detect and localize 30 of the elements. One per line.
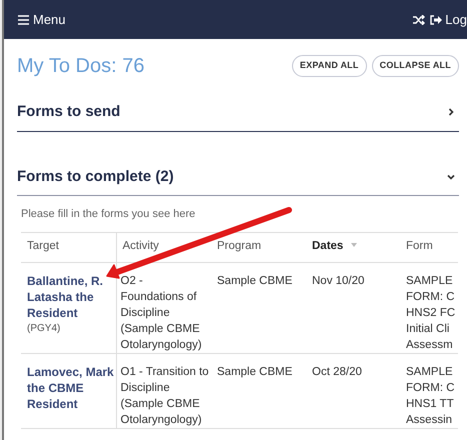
table-cell: SAMPLE FORM: C HNS2 FC Initial Cli Assessm — [400, 262, 458, 353]
menu-icon — [18, 14, 29, 24]
toggle-all-button[interactable]: EXPAND ALL — [292, 55, 367, 77]
column-header[interactable]: Program — [217, 240, 262, 252]
section-header[interactable]: Forms to complete (2) — [17, 166, 459, 196]
shuffle-icon[interactable] — [413, 14, 426, 24]
menu-button[interactable]: Menu — [18, 10, 66, 30]
table-cell: O2 - Foundations of Discipline (Sample CBME Otolaryngology) — [116, 262, 211, 353]
table-cell: Sample CBME — [211, 262, 306, 353]
logout-button[interactable]: Log — [430, 10, 467, 30]
logout-icon — [430, 14, 442, 24]
table-cell: Oct 28/20 — [306, 353, 400, 428]
column-header[interactable]: Dates — [312, 240, 344, 252]
toggle-all-button[interactable]: COLLAPSE ALL — [372, 55, 459, 77]
chevron-down-icon — [447, 172, 455, 181]
instruction-text: Please fill in the forms you see here — [21, 207, 196, 222]
table-cell: O1 - Transition to Discipline (Sample CBME Otolaryngology) — [116, 353, 211, 428]
column-header[interactable]: Activity — [122, 240, 159, 252]
page-title: My To Dos: 76 — [17, 54, 144, 79]
column-header[interactable]: Target — [27, 240, 59, 252]
column-header[interactable]: Form — [406, 240, 433, 252]
level-label: (PGY4) — [27, 322, 62, 336]
table-cell: Nov 10/20 — [306, 262, 400, 353]
target-link[interactable]: Lamovec, Mark the CBME Resident — [27, 364, 116, 412]
table-cell: Sample CBME — [211, 353, 306, 428]
sort-icon — [351, 242, 358, 247]
target-link[interactable]: Ballantine, R. Latasha the Resident — [27, 272, 116, 320]
section-header[interactable]: Forms to send — [17, 101, 459, 132]
chevron-right-icon — [447, 108, 455, 116]
table-cell: SAMPLE FORM: C HNS1 TT Assessin — [400, 353, 458, 428]
